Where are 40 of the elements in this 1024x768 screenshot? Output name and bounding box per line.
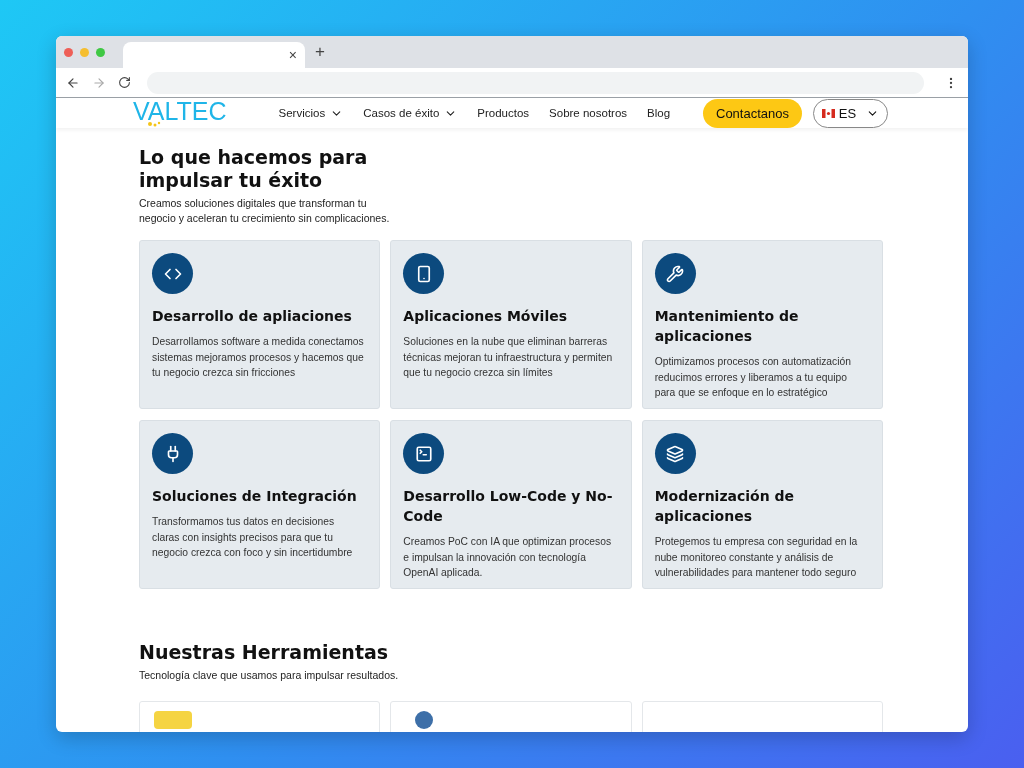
section-title: Nuestras Herramientas — [139, 641, 390, 663]
new-tab-button[interactable]: + — [315, 42, 325, 62]
terminal-icon — [403, 433, 445, 474]
maximize-window-icon[interactable] — [96, 47, 105, 57]
minimize-window-icon[interactable] — [80, 47, 89, 57]
close-tab-button[interactable]: × — [288, 48, 297, 62]
wrench-icon — [654, 253, 696, 294]
browser-tab[interactable]: × — [123, 42, 305, 68]
card-title: Desarrollo de apliaciones — [152, 307, 353, 326]
forward-icon[interactable] — [92, 75, 106, 90]
card-title: Aplicaciones Móviles — [403, 307, 568, 326]
back-icon[interactable] — [66, 75, 80, 90]
language-selector[interactable]: ES — [813, 98, 888, 128]
card-title: Soluciones de Integración — [152, 487, 358, 506]
nav-link[interactable]: Sobre nosotros — [549, 106, 628, 120]
nav-link[interactable]: Casos de éxito — [363, 106, 458, 120]
card-description: Protegemos tu empresa con seguridad en la nube monitoreo constante y análisis de vulnerabilidades para mantener todo seguro — [654, 535, 859, 580]
card-description: Optimizamos procesos con automatización reducimos errores y liberamos a tu equipo para que se enfoque en lo estratégico — [654, 355, 852, 400]
card-description: Creamos PoC con IA que optimizan procesos e impulsan la innovación con tecnología OpenAI aplicada. — [403, 535, 613, 580]
card-description: Soluciones en la nube que eliminan barreras técnicas mejoran tu infraestructura y permiten que tu negocio crezca sin límites — [403, 335, 614, 380]
smartphone-icon — [403, 253, 445, 294]
nav-link[interactable]: Productos — [477, 106, 530, 120]
card-description: Desarrollamos software a medida conectamos sistemas mejoramos procesos y hacemos que tu negocio crezca sin fricciones — [152, 335, 364, 380]
code-icon — [152, 253, 193, 294]
section-subtitle: Tecnología clave que usamos para impulsar resultados. — [139, 669, 400, 681]
dots-icon — [147, 120, 161, 128]
plug-icon — [152, 433, 193, 474]
flag-icon — [821, 108, 835, 118]
card-title: Desarrollo Low-Code y No-Code — [403, 487, 614, 526]
reload-icon[interactable] — [118, 76, 131, 89]
nav-link[interactable]: Blog — [647, 106, 671, 120]
layers-icon — [654, 433, 696, 474]
section-title: Lo que hacemos para impulsar tu éxito — [139, 146, 369, 192]
contact-button[interactable]: Contactanos — [703, 98, 802, 128]
card-title: Modernización de aplicaciones — [654, 487, 796, 526]
card-description: Transformamos tus datos en decisiones claras con insights precisos para que tu negocio crezca con foco y sin incertidumbre — [152, 515, 354, 560]
section-subtitle: Creamos soluciones digitales que transforman tu negocio y aceleran tu crecimiento sin complicaciones. — [139, 196, 391, 226]
close-window-icon[interactable] — [64, 47, 73, 57]
nav-link[interactable]: Servicios — [278, 106, 344, 120]
card-title: Mantenimiento de aplicaciones — [654, 307, 800, 346]
